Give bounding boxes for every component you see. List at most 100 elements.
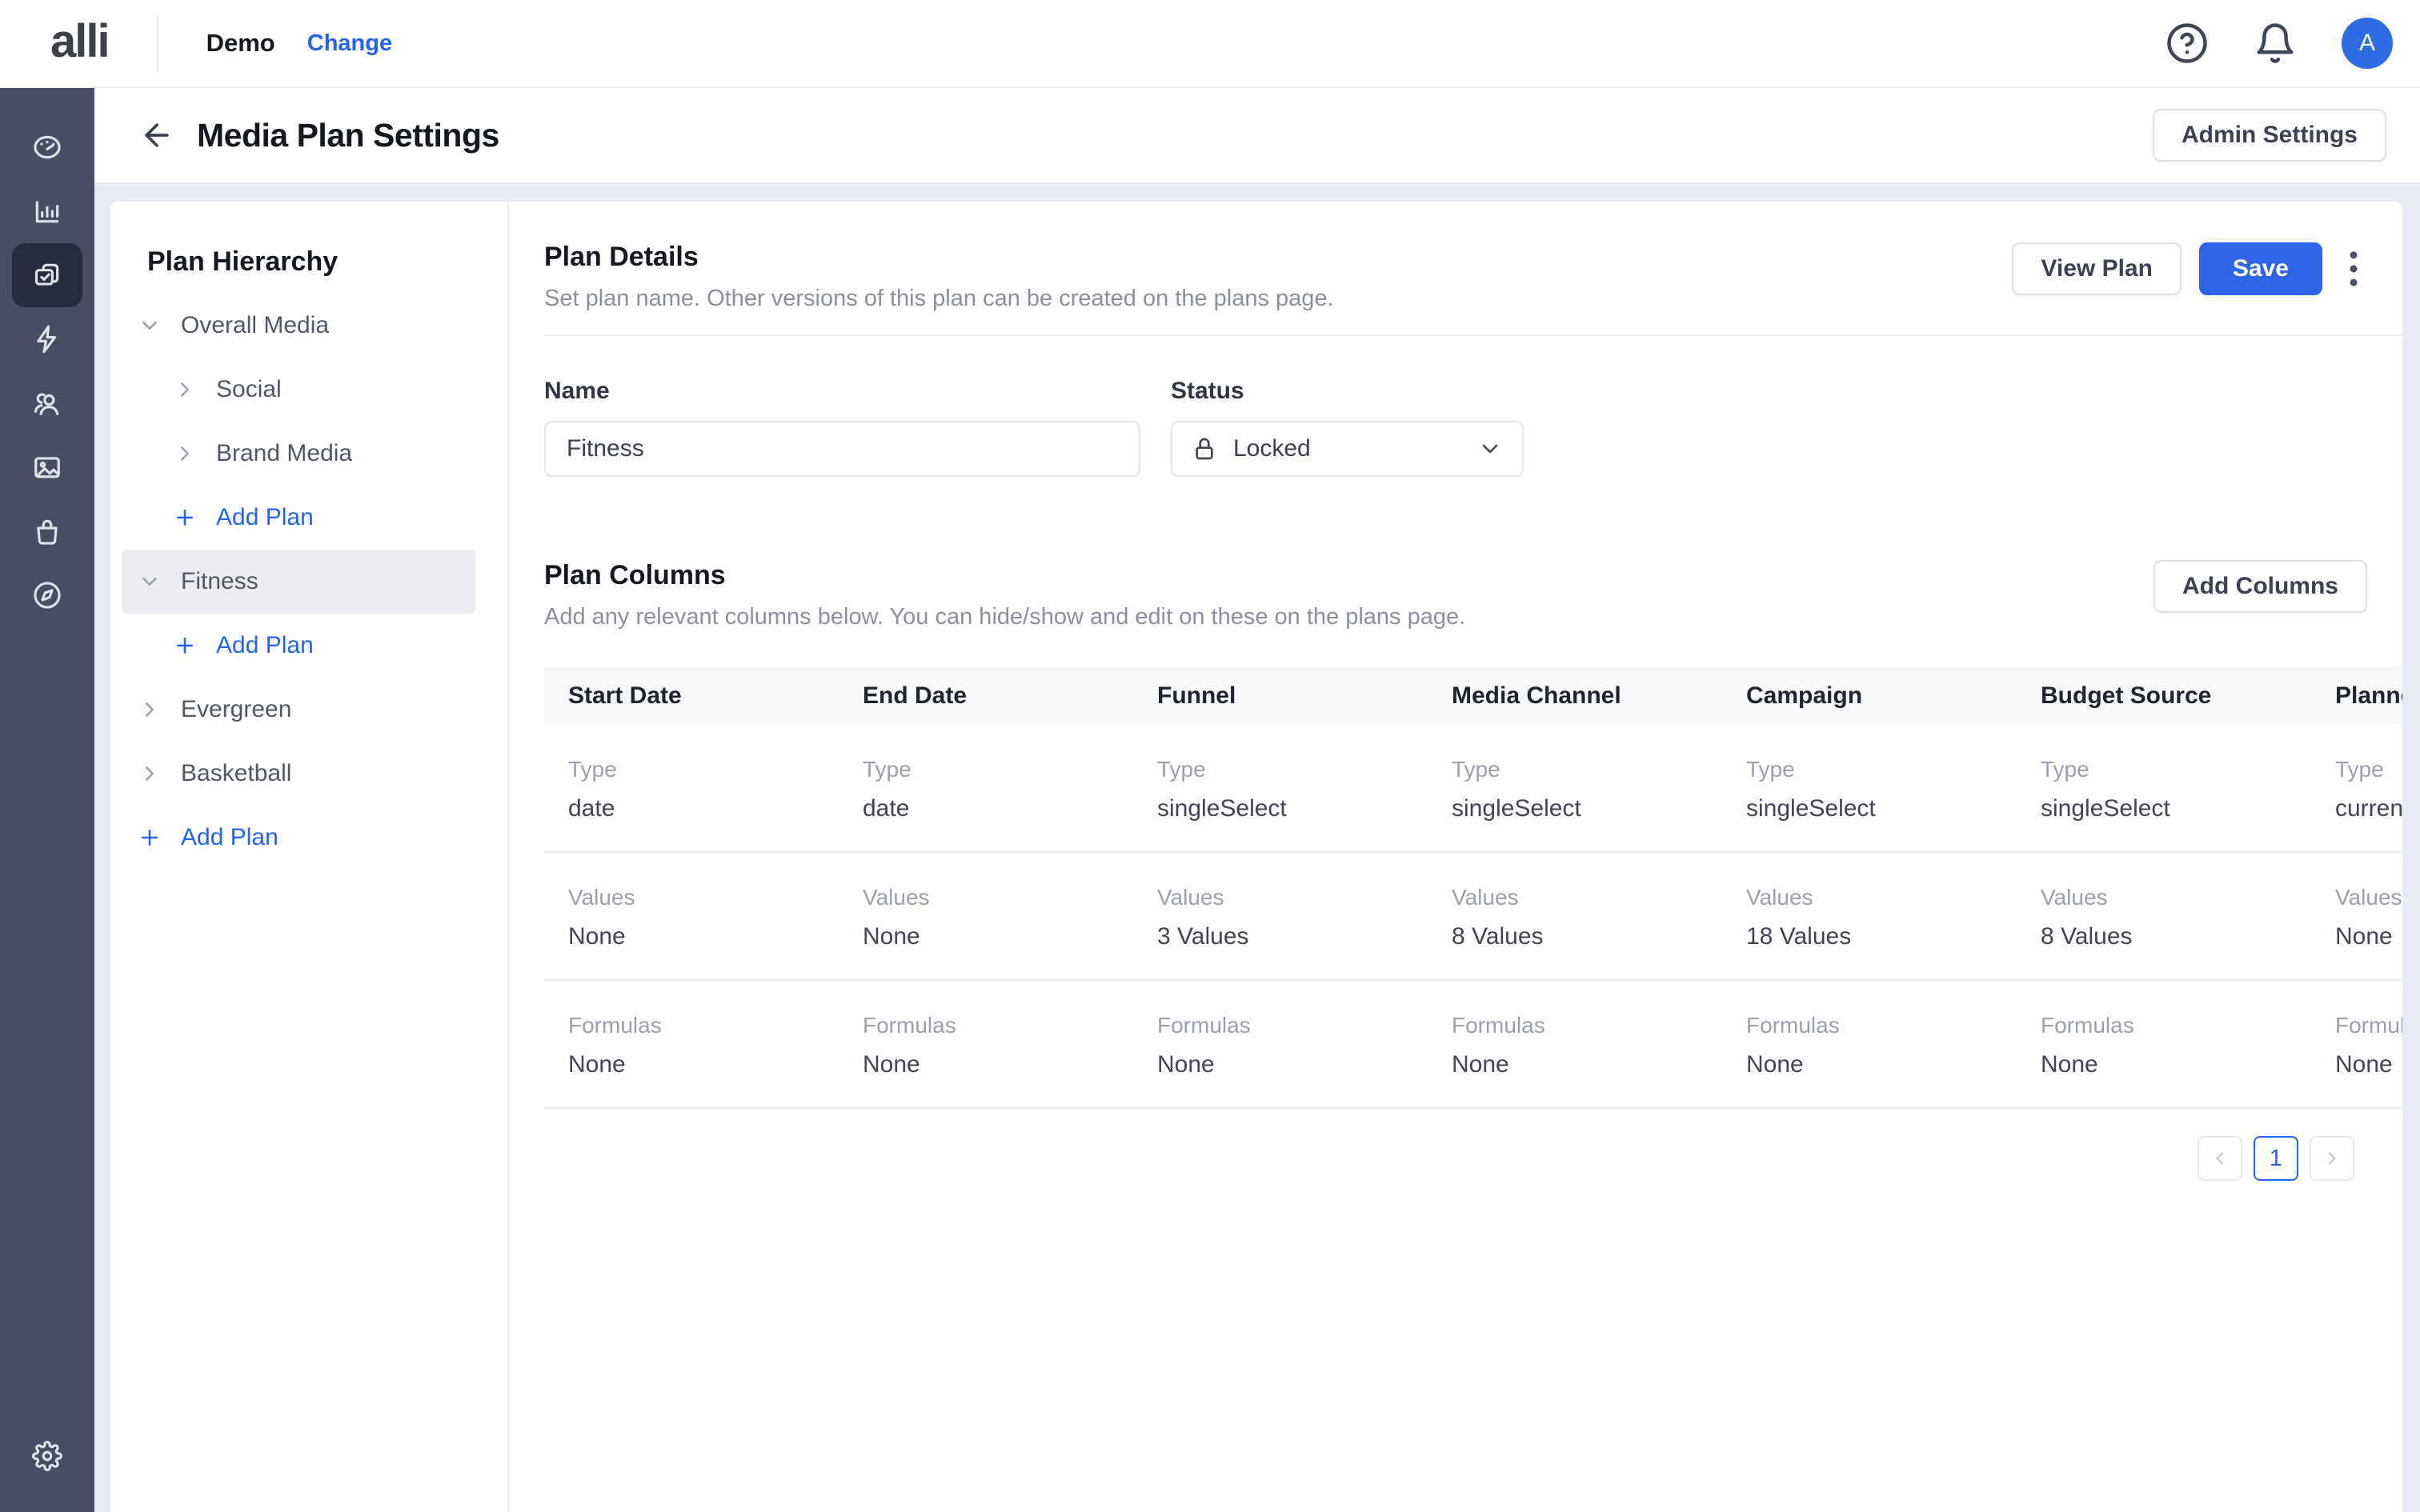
chevron-left-icon[interactable] bbox=[2198, 1136, 2242, 1181]
cell-label: Type bbox=[863, 757, 1133, 782]
column-header: Budget Source bbox=[2017, 667, 2311, 725]
tree-item-label: Fitness bbox=[181, 568, 258, 595]
column-header: Campaign bbox=[1722, 667, 2017, 725]
table-row-type: Type date Type date Type singleSelect bbox=[544, 725, 2402, 853]
name-field-group: Name bbox=[544, 378, 1140, 477]
avatar[interactable]: A bbox=[2342, 18, 2393, 69]
cell-value: 18 Values bbox=[1746, 923, 2017, 950]
cell-label: Type bbox=[568, 757, 839, 782]
plan-columns-subtitle: Add any relevant columns below. You can … bbox=[544, 604, 1465, 630]
cell-value: None bbox=[1157, 1051, 1428, 1078]
values-cell: Values None bbox=[839, 885, 1133, 950]
add-plan-label: Add Plan bbox=[181, 824, 278, 851]
chevron-down-icon[interactable] bbox=[138, 570, 162, 594]
cell-label: Formulas bbox=[2041, 1013, 2311, 1038]
pagination: 1 bbox=[544, 1136, 2354, 1181]
cell-value: None bbox=[863, 923, 1133, 950]
tree-item-label: Basketball bbox=[181, 760, 291, 787]
automation-icon[interactable] bbox=[12, 307, 82, 371]
chevron-right-icon[interactable] bbox=[138, 762, 162, 786]
plans-icon[interactable] bbox=[12, 243, 82, 307]
change-workspace-link[interactable]: Change bbox=[307, 30, 392, 57]
chevron-down-icon[interactable] bbox=[138, 314, 162, 338]
cell-value: 8 Values bbox=[2041, 923, 2311, 950]
page-header: Media Plan Settings Admin Settings bbox=[94, 88, 2420, 182]
cell-value: date bbox=[863, 795, 1133, 822]
help-circle-icon[interactable] bbox=[2166, 22, 2209, 65]
plus-icon bbox=[173, 506, 197, 530]
cell-label: Formulas bbox=[863, 1013, 1133, 1038]
shop-icon[interactable] bbox=[12, 499, 82, 563]
settings-icon[interactable] bbox=[12, 1424, 82, 1488]
type-cell: Type date bbox=[839, 757, 1133, 822]
status-label: Status bbox=[1171, 378, 1524, 405]
alli-logo: alli bbox=[50, 14, 109, 73]
avatar-initial: A bbox=[2359, 30, 2375, 57]
chevron-down-icon bbox=[1477, 436, 1503, 462]
tree-item-brand-media[interactable]: Brand Media bbox=[110, 422, 507, 486]
plan-columns-title: Plan Columns bbox=[544, 560, 1465, 591]
audiences-icon[interactable] bbox=[12, 371, 82, 435]
tree-item-evergreen[interactable]: Evergreen bbox=[110, 678, 507, 742]
column-header: Funnel bbox=[1133, 667, 1428, 725]
bell-icon[interactable] bbox=[2254, 22, 2297, 65]
tree-item-social[interactable]: Social bbox=[110, 358, 507, 422]
values-cell: Values None bbox=[2311, 885, 2402, 950]
topbar: alli Demo Change A bbox=[0, 0, 2420, 88]
chevron-right-icon[interactable] bbox=[138, 698, 162, 722]
formulas-cell: Formulas None bbox=[2311, 1013, 2402, 1078]
tree-item-basketball[interactable]: Basketball bbox=[110, 742, 507, 806]
add-plan-label: Add Plan bbox=[216, 632, 314, 659]
cell-value: singleSelect bbox=[2041, 795, 2311, 822]
view-plan-button[interactable]: View Plan bbox=[2012, 242, 2182, 295]
status-field-group: Status Locked bbox=[1171, 378, 1524, 477]
section-divider bbox=[544, 334, 2402, 336]
values-cell: Values 3 Values bbox=[1133, 885, 1428, 950]
cell-label: Type bbox=[2335, 757, 2402, 782]
type-cell: Type singleSelect bbox=[1722, 757, 2017, 822]
save-button[interactable]: Save bbox=[2199, 242, 2322, 295]
content-card: Plan Hierarchy Overall Media bbox=[110, 202, 2402, 1512]
tree-item-fitness[interactable]: Fitness bbox=[122, 550, 475, 614]
cell-label: Formulas bbox=[568, 1013, 839, 1038]
creative-icon[interactable] bbox=[12, 435, 82, 499]
values-cell: Values 8 Values bbox=[1428, 885, 1722, 950]
topbar-divider bbox=[157, 15, 158, 71]
formulas-cell: Formulas None bbox=[1428, 1013, 1722, 1078]
cell-value: None bbox=[568, 923, 839, 950]
type-cell: Type date bbox=[544, 757, 839, 822]
tree-item-label: Overall Media bbox=[181, 312, 329, 339]
chevron-right-icon[interactable] bbox=[2310, 1136, 2354, 1181]
cell-label: Type bbox=[1746, 757, 2017, 782]
add-plan-button[interactable]: Add Plan bbox=[110, 614, 507, 678]
explore-icon[interactable] bbox=[12, 563, 82, 627]
arrow-left-icon[interactable] bbox=[139, 118, 174, 153]
status-select[interactable]: Locked bbox=[1171, 421, 1524, 477]
plan-details-subtitle: Set plan name. Other versions of this pl… bbox=[544, 286, 1334, 312]
admin-settings-button[interactable]: Admin Settings bbox=[2153, 109, 2386, 162]
add-columns-button[interactable]: Add Columns bbox=[2154, 560, 2367, 613]
tree-item-overall-media[interactable]: Overall Media bbox=[110, 294, 507, 358]
add-plan-button[interactable]: Add Plan bbox=[110, 486, 507, 550]
page-number-button[interactable]: 1 bbox=[2254, 1136, 2298, 1181]
table-row-formulas: Formulas None Formulas None Formulas Non… bbox=[544, 981, 2402, 1109]
cell-label: Values bbox=[1746, 885, 2017, 910]
chevron-right-icon[interactable] bbox=[173, 442, 197, 466]
nav-rail bbox=[0, 88, 94, 1512]
plan-name-input[interactable] bbox=[544, 421, 1140, 477]
formulas-cell: Formulas None bbox=[1722, 1013, 2017, 1078]
cell-value: None bbox=[2335, 1051, 2402, 1078]
cell-label: Values bbox=[2041, 885, 2311, 910]
cell-label: Values bbox=[2335, 885, 2402, 910]
chart-icon[interactable] bbox=[12, 179, 82, 243]
chevron-right-icon[interactable] bbox=[173, 378, 197, 402]
cell-label: Values bbox=[863, 885, 1133, 910]
cell-label: Type bbox=[1452, 757, 1722, 782]
cell-value: singleSelect bbox=[1746, 795, 2017, 822]
cell-value: 3 Values bbox=[1157, 923, 1428, 950]
kebab-menu-icon[interactable] bbox=[2340, 242, 2367, 296]
add-plan-button[interactable]: Add Plan bbox=[110, 806, 507, 870]
cell-value: None bbox=[568, 1051, 839, 1078]
dashboard-icon[interactable] bbox=[12, 115, 82, 179]
column-header: End Date bbox=[839, 667, 1133, 725]
